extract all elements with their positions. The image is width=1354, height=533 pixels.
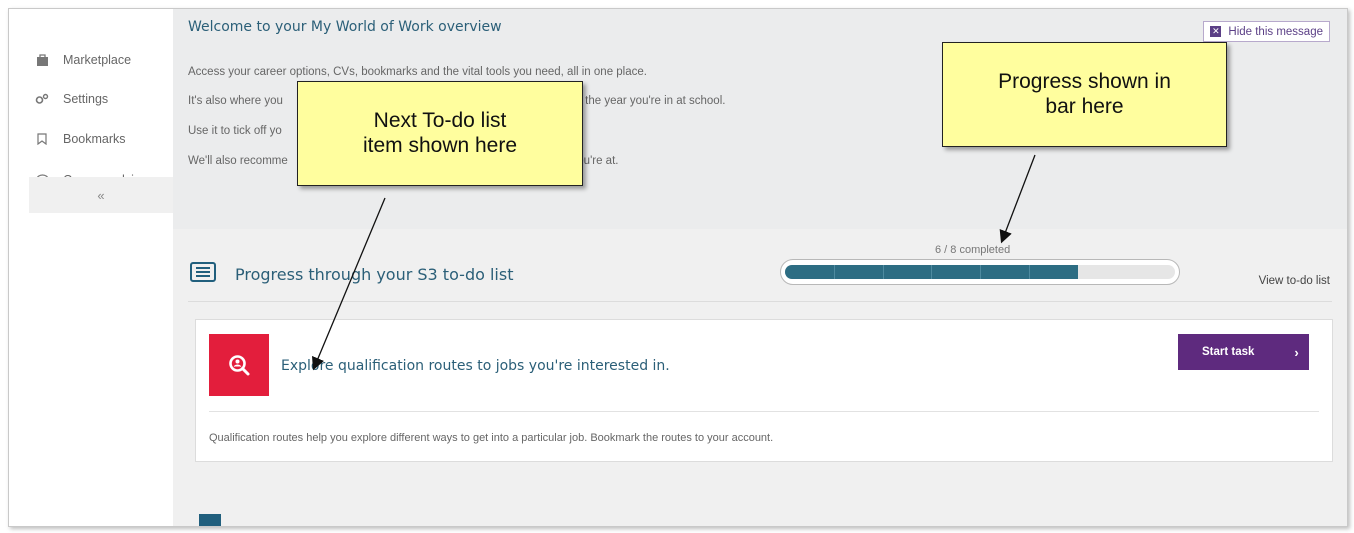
progress-segment-divider	[1028, 265, 1030, 279]
sidebar-item-label: Bookmarks	[63, 132, 126, 146]
collapse-sidebar-button[interactable]: «	[29, 177, 173, 213]
todo-item-callout: Next To-do list item shown here	[297, 81, 583, 186]
callout-line: Progress shown in	[998, 70, 1171, 94]
close-icon: ✕	[1210, 26, 1222, 37]
sidebar-item-marketplace[interactable]: Marketplace	[35, 49, 131, 71]
progress-segment-divider	[931, 265, 933, 279]
task-title[interactable]: Explore qualification routes to jobs you…	[281, 358, 670, 374]
sidebar-item-settings[interactable]: Settings	[35, 88, 108, 110]
progress-bar-callout: Progress shown in bar here	[942, 42, 1227, 147]
welcome-line: Access your career options, CVs, bookmar…	[188, 66, 647, 78]
progress-segment-divider	[980, 265, 981, 279]
callout-line: bar here	[1045, 94, 1124, 118]
welcome-title: Welcome to your My World of Work overvie…	[188, 19, 502, 35]
card-divider	[209, 411, 1319, 412]
task-description: Qualification routes help you explore di…	[209, 432, 774, 444]
task-card: Explore qualification routes to jobs you…	[195, 319, 1333, 462]
chevron-right-icon: ›	[1294, 344, 1299, 360]
progress-segment-divider	[882, 265, 884, 279]
bookmark-icon	[35, 132, 49, 146]
collapse-label: «	[97, 187, 105, 203]
list-icon	[190, 262, 216, 282]
sidebar-item-bookmarks[interactable]: Bookmarks	[35, 128, 126, 150]
section-divider	[188, 301, 1332, 302]
progress-segment-divider	[833, 265, 835, 279]
sidebar: Marketplace Settings Bookmarks Careers a…	[9, 9, 173, 526]
hide-message-button[interactable]: ✕ Hide this message	[1203, 21, 1330, 42]
progress-count: 6 / 8 completed	[935, 244, 1011, 256]
progress-bar	[780, 259, 1180, 285]
start-task-label: Start task	[1202, 346, 1255, 358]
gears-icon	[35, 92, 49, 106]
progress-title: Progress through your S3 to-do list	[235, 265, 514, 284]
sidebar-item-label: Settings	[63, 92, 109, 106]
progress-track	[785, 265, 1175, 279]
view-todo-list-link[interactable]: View to-do list	[1259, 275, 1330, 287]
start-task-button[interactable]: Start task ›	[1178, 334, 1309, 370]
callout-line: item shown here	[362, 133, 518, 157]
search-person-icon	[209, 334, 269, 396]
calendar-icon	[199, 514, 221, 526]
callout-line: Next To-do list	[373, 109, 507, 133]
hide-message-label: Hide this message	[1228, 25, 1323, 38]
bag-icon	[35, 53, 49, 67]
sidebar-item-label: Marketplace	[63, 53, 132, 67]
